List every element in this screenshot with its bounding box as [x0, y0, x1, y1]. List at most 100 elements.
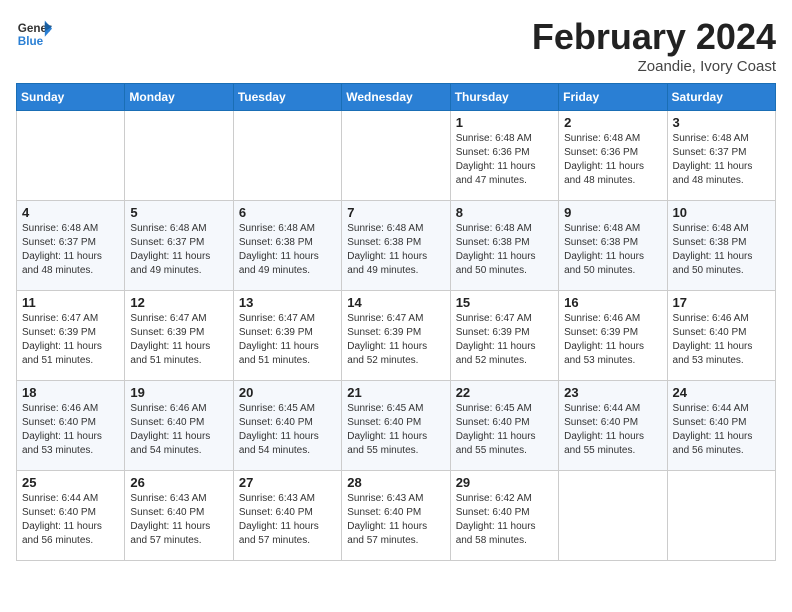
day-number: 9 [564, 205, 661, 220]
calendar-table: SundayMondayTuesdayWednesdayThursdayFrid… [16, 83, 776, 561]
day-info: Sunrise: 6:45 AM Sunset: 6:40 PM Dayligh… [456, 402, 553, 458]
day-info: Sunrise: 6:46 AM Sunset: 6:40 PM Dayligh… [130, 402, 227, 458]
month-title: February 2024 [532, 16, 776, 58]
day-info: Sunrise: 6:47 AM Sunset: 6:39 PM Dayligh… [239, 312, 336, 368]
calendar-cell: 26Sunrise: 6:43 AM Sunset: 6:40 PM Dayli… [125, 471, 233, 561]
calendar-cell [125, 111, 233, 201]
day-number: 14 [347, 295, 444, 310]
day-number: 20 [239, 385, 336, 400]
calendar-cell: 18 Sunrise: 6:46 AM Sunset: 6:40 PM Dayli… [17, 381, 125, 471]
day-number: 7 [347, 205, 444, 220]
day-info: Sunrise: 6:48 AM Sunset: 6:38 PM Dayligh… [347, 222, 444, 278]
calendar-cell: 6 Sunrise: 6:48 AM Sunset: 6:38 PM Daylig… [233, 201, 341, 291]
calendar-cell: 5 Sunrise: 6:48 AM Sunset: 6:37 PM Daylig… [125, 201, 233, 291]
day-info: Sunrise: 6:48 AM Sunset: 6:38 PM Dayligh… [456, 222, 553, 278]
calendar-cell: 25 Sunrise: 6:44 AM Sunset: 6:40 PM Dayli… [17, 471, 125, 561]
day-number: 10 [673, 205, 770, 220]
calendar-cell [667, 471, 775, 561]
day-info: Sunrise: 6:48 AM Sunset: 6:37 PM Dayligh… [130, 222, 227, 278]
day-info: Sunrise: 6:48 AM Sunset: 6:38 PM Dayligh… [239, 222, 336, 278]
day-info: Sunrise: 6:46 AM Sunset: 6:40 PM Dayligh… [673, 312, 770, 368]
day-number: 17 [673, 295, 770, 310]
calendar-cell [17, 111, 125, 201]
day-info: Sunrise: 6:44 AM Sunset: 6:40 PM Dayligh… [673, 402, 770, 458]
day-number: 6 [239, 205, 336, 220]
day-info: Sunrise: 6:48 AM Sunset: 6:36 PM Dayligh… [456, 132, 553, 188]
day-info: Sunrise: 6:46 AM Sunset: 6:39 PM Dayligh… [564, 312, 661, 368]
day-number: 2 [564, 115, 661, 130]
day-number: 1 [456, 115, 553, 130]
calendar-cell: 7 Sunrise: 6:48 AM Sunset: 6:38 PM Daylig… [342, 201, 450, 291]
day-number: 23 [564, 385, 661, 400]
calendar-cell: 29Sunrise: 6:42 AM Sunset: 6:40 PM Dayli… [450, 471, 558, 561]
day-info: Sunrise: 6:45 AM Sunset: 6:40 PM Dayligh… [239, 402, 336, 458]
day-info: Sunrise: 6:48 AM Sunset: 6:38 PM Dayligh… [673, 222, 770, 278]
day-number: 19 [130, 385, 227, 400]
calendar-cell: 4 Sunrise: 6:48 AM Sunset: 6:37 PM Daylig… [17, 201, 125, 291]
day-number: 12 [130, 295, 227, 310]
weekday-header-monday: Monday [125, 84, 233, 111]
day-info: Sunrise: 6:45 AM Sunset: 6:40 PM Dayligh… [347, 402, 444, 458]
calendar-cell: 10 Sunrise: 6:48 AM Sunset: 6:38 PM Dayli… [667, 201, 775, 291]
weekday-header-saturday: Saturday [667, 84, 775, 111]
calendar-cell: 28 Sunrise: 6:43 AM Sunset: 6:40 PM Dayli… [342, 471, 450, 561]
day-number: 18 [22, 385, 119, 400]
calendar-cell: 9 Sunrise: 6:48 AM Sunset: 6:38 PM Daylig… [559, 201, 667, 291]
day-number: 21 [347, 385, 444, 400]
day-number: 4 [22, 205, 119, 220]
day-number: 24 [673, 385, 770, 400]
calendar-cell: 15 Sunrise: 6:47 AM Sunset: 6:39 PM Dayli… [450, 291, 558, 381]
calendar-cell: 24 Sunrise: 6:44 AM Sunset: 6:40 PM Dayli… [667, 381, 775, 471]
weekday-header-tuesday: Tuesday [233, 84, 341, 111]
day-number: 22 [456, 385, 553, 400]
day-number: 25 [22, 475, 119, 490]
day-info: Sunrise: 6:44 AM Sunset: 6:40 PM Dayligh… [564, 402, 661, 458]
day-info: Sunrise: 6:48 AM Sunset: 6:36 PM Dayligh… [564, 132, 661, 188]
calendar-cell: 17 Sunrise: 6:46 AM Sunset: 6:40 PM Dayli… [667, 291, 775, 381]
calendar-cell [559, 471, 667, 561]
calendar-cell: 23 Sunrise: 6:44 AM Sunset: 6:40 PM Dayli… [559, 381, 667, 471]
weekday-header-wednesday: Wednesday [342, 84, 450, 111]
calendar-cell: 20 Sunrise: 6:45 AM Sunset: 6:40 PM Dayli… [233, 381, 341, 471]
week-row-4: 18 Sunrise: 6:46 AM Sunset: 6:40 PM Dayli… [17, 381, 776, 471]
day-number: 5 [130, 205, 227, 220]
day-number: 15 [456, 295, 553, 310]
day-number: 28 [347, 475, 444, 490]
day-number: 8 [456, 205, 553, 220]
calendar-cell: 12 Sunrise: 6:47 AM Sunset: 6:39 PM Dayli… [125, 291, 233, 381]
weekday-header-thursday: Thursday [450, 84, 558, 111]
day-info: Sunrise: 6:46 AM Sunset: 6:40 PM Dayligh… [22, 402, 119, 458]
day-number: 27 [239, 475, 336, 490]
weekday-header-friday: Friday [559, 84, 667, 111]
day-info: Sunrise: 6:44 AM Sunset: 6:40 PM Dayligh… [22, 492, 119, 548]
day-info: Sunrise: 6:47 AM Sunset: 6:39 PM Dayligh… [456, 312, 553, 368]
day-number: 26 [130, 475, 227, 490]
calendar-cell: 13 Sunrise: 6:47 AM Sunset: 6:39 PM Dayli… [233, 291, 341, 381]
day-info: Sunrise: 6:47 AM Sunset: 6:39 PM Dayligh… [22, 312, 119, 368]
day-number: 3 [673, 115, 770, 130]
week-row-1: 1 Sunrise: 6:48 AM Sunset: 6:36 PM Daylig… [17, 111, 776, 201]
calendar-cell: 21 Sunrise: 6:45 AM Sunset: 6:40 PM Dayli… [342, 381, 450, 471]
day-number: 16 [564, 295, 661, 310]
calendar-cell: 14Sunrise: 6:47 AM Sunset: 6:39 PM Dayli… [342, 291, 450, 381]
week-row-2: 4 Sunrise: 6:48 AM Sunset: 6:37 PM Daylig… [17, 201, 776, 291]
calendar-cell: 2 Sunrise: 6:48 AM Sunset: 6:36 PM Daylig… [559, 111, 667, 201]
day-number: 29 [456, 475, 553, 490]
day-number: 13 [239, 295, 336, 310]
calendar-cell [233, 111, 341, 201]
svg-text:Blue: Blue [18, 35, 44, 48]
logo-icon: General Blue [16, 16, 52, 52]
day-info: Sunrise: 6:48 AM Sunset: 6:38 PM Dayligh… [564, 222, 661, 278]
calendar-cell: 27Sunrise: 6:43 AM Sunset: 6:40 PM Dayli… [233, 471, 341, 561]
calendar-cell: 16 Sunrise: 6:46 AM Sunset: 6:39 PM Dayli… [559, 291, 667, 381]
weekday-header-row: SundayMondayTuesdayWednesdayThursdayFrid… [17, 84, 776, 111]
week-row-5: 25 Sunrise: 6:44 AM Sunset: 6:40 PM Dayli… [17, 471, 776, 561]
logo: General Blue [16, 16, 52, 52]
page-header: General Blue February 2024 Zoandie, Ivor… [16, 16, 776, 75]
day-number: 11 [22, 295, 119, 310]
title-area: February 2024 Zoandie, Ivory Coast [532, 16, 776, 75]
day-info: Sunrise: 6:43 AM Sunset: 6:40 PM Dayligh… [347, 492, 444, 548]
day-info: Sunrise: 6:47 AM Sunset: 6:39 PM Dayligh… [130, 312, 227, 368]
day-info: Sunrise: 6:48 AM Sunset: 6:37 PM Dayligh… [22, 222, 119, 278]
week-row-3: 11 Sunrise: 6:47 AM Sunset: 6:39 PM Dayli… [17, 291, 776, 381]
